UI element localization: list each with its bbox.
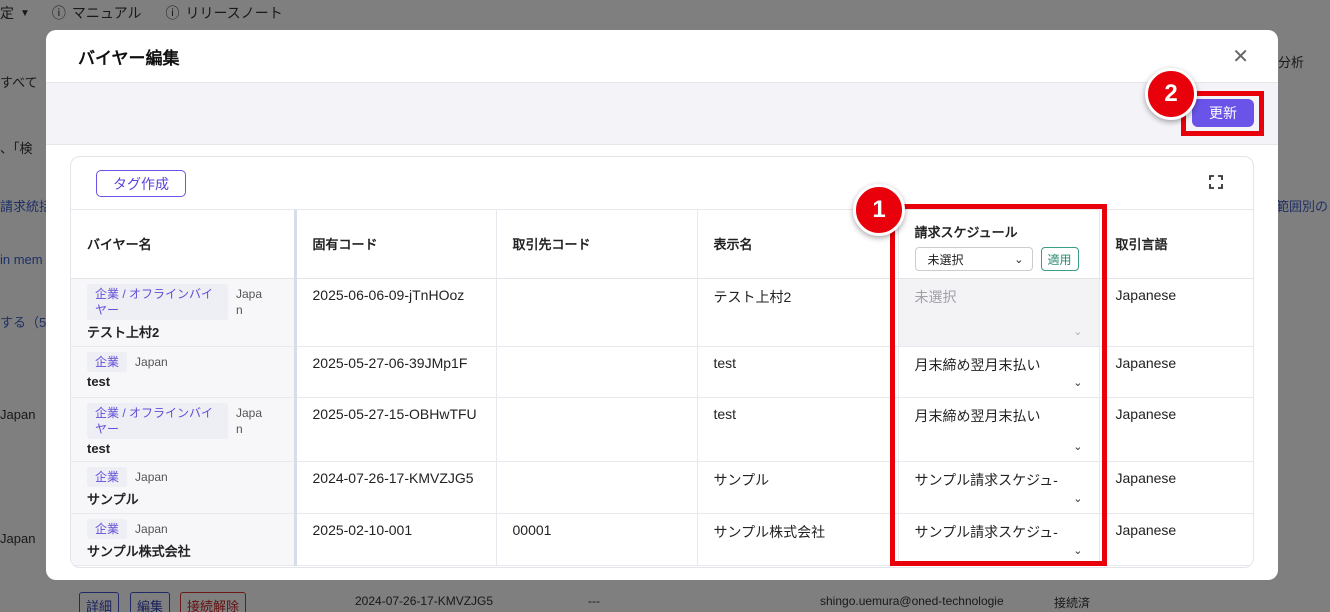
display-name-cell: test [697,397,899,462]
buyer-name: test [87,373,111,389]
trade-language-cell: Japanese [1099,397,1253,462]
annotation-badge-1: 1 [853,184,905,236]
close-icon[interactable]: ✕ [1232,44,1249,69]
display-name-cell: サンプル株式会社 [697,513,899,566]
modal-header: バイヤー編集 ✕ [46,30,1278,83]
unique-code-cell: 2025-02-10-001 [295,513,497,566]
expand-icon[interactable] [1209,175,1223,189]
unique-code-cell: 2025-05-27-15-OBHwTFU [295,397,497,462]
country-label: Japan [135,521,168,536]
buyer-name-cell: 企業 Japan サンプル株式会社 [71,513,297,566]
partner-code-cell [496,461,698,514]
country-label: Japan [236,405,263,436]
display-name-cell: test [697,346,899,398]
trade-language-cell: Japanese [1099,278,1253,347]
country-label: Japan [135,354,168,369]
category-tag: 企業 / オフラインバイヤー [87,402,228,439]
category-tag: 企業 / オフラインバイヤー [87,283,228,320]
buyer-name: テスト上村2 [87,324,160,340]
buyer-name: サンプル株式会社 [87,543,191,559]
display-name-cell: サンプル [697,461,899,514]
buyer-name-cell: 企業 Japan サンプル [71,461,297,514]
buyer-name-cell: 企業 / オフラインバイヤー Japan テスト上村2 [71,278,297,347]
unique-code-cell: 2025-06-06-09-jTnHOoz [295,278,497,347]
card-toolbar: タグ作成 [71,157,1253,210]
buyer-name: サンプル [87,491,139,507]
country-label: Japan [236,286,263,317]
partner-code-cell [496,346,698,398]
category-tag: 企業 [87,518,128,539]
modal-title: バイヤー編集 [78,48,180,68]
col-header-partner-code: 取引先コード [496,210,698,279]
trade-language-cell: Japanese [1099,346,1253,398]
col-header-buyer-name: バイヤー名 [71,210,297,279]
trade-language-cell: Japanese [1099,513,1253,566]
country-label: Japan [135,469,168,484]
tag-create-button[interactable]: タグ作成 [96,170,186,197]
trade-language-cell: Japanese [1099,461,1253,514]
col-header-trade-language: 取引言語 [1099,210,1253,279]
buyer-name-cell: 企業 / オフラインバイヤー Japan test [71,397,297,462]
display-name-cell: テスト上村2 [697,278,899,347]
partner-code-cell [496,278,698,347]
highlight-box-billing-schedule [890,204,1107,566]
buyer-name: test [87,440,111,456]
modal-toolbar: 更新 [46,83,1278,145]
partner-code-cell: 00001 [496,513,698,566]
unique-code-cell: 2024-07-26-17-KMVZJG5 [295,461,497,514]
buyer-name-cell: 企業 Japan test [71,346,297,398]
category-tag: 企業 [87,351,128,372]
unique-code-cell: 2025-05-27-06-39JMp1F [295,346,497,398]
partner-code-cell [496,397,698,462]
col-header-unique-code: 固有コード [295,210,497,279]
annotation-badge-2: 2 [1145,68,1197,120]
category-tag: 企業 [87,466,128,487]
